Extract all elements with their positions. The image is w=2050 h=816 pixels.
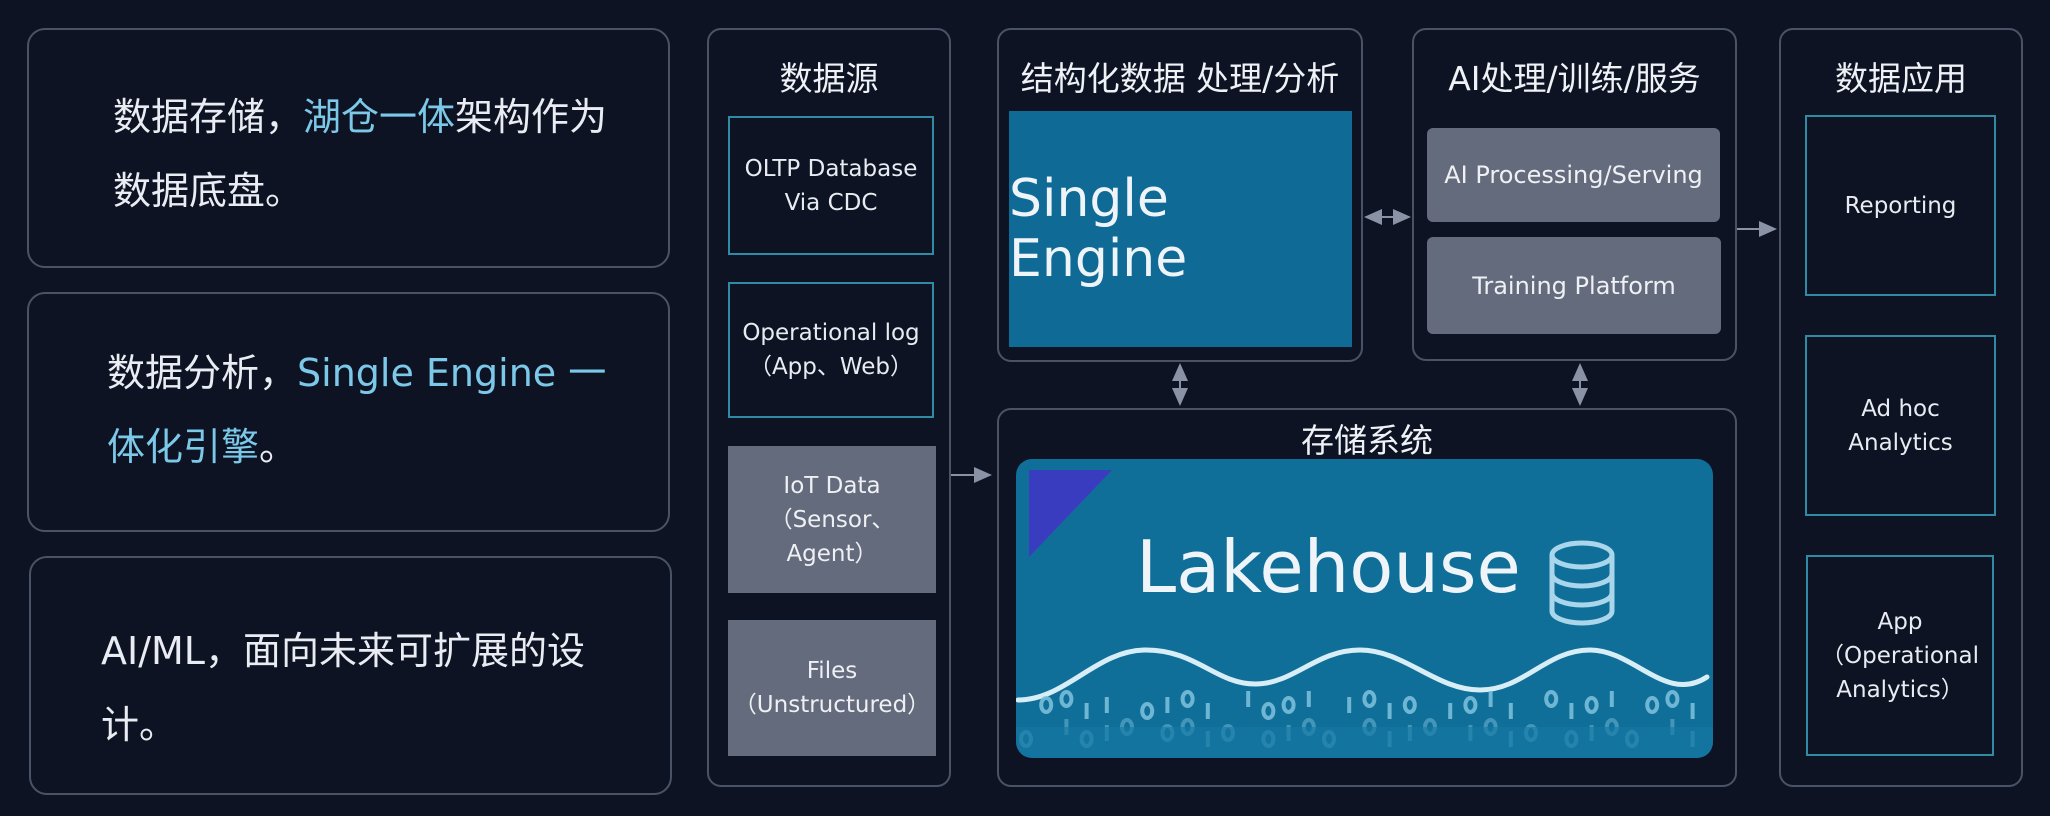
connectors <box>951 209 1777 483</box>
